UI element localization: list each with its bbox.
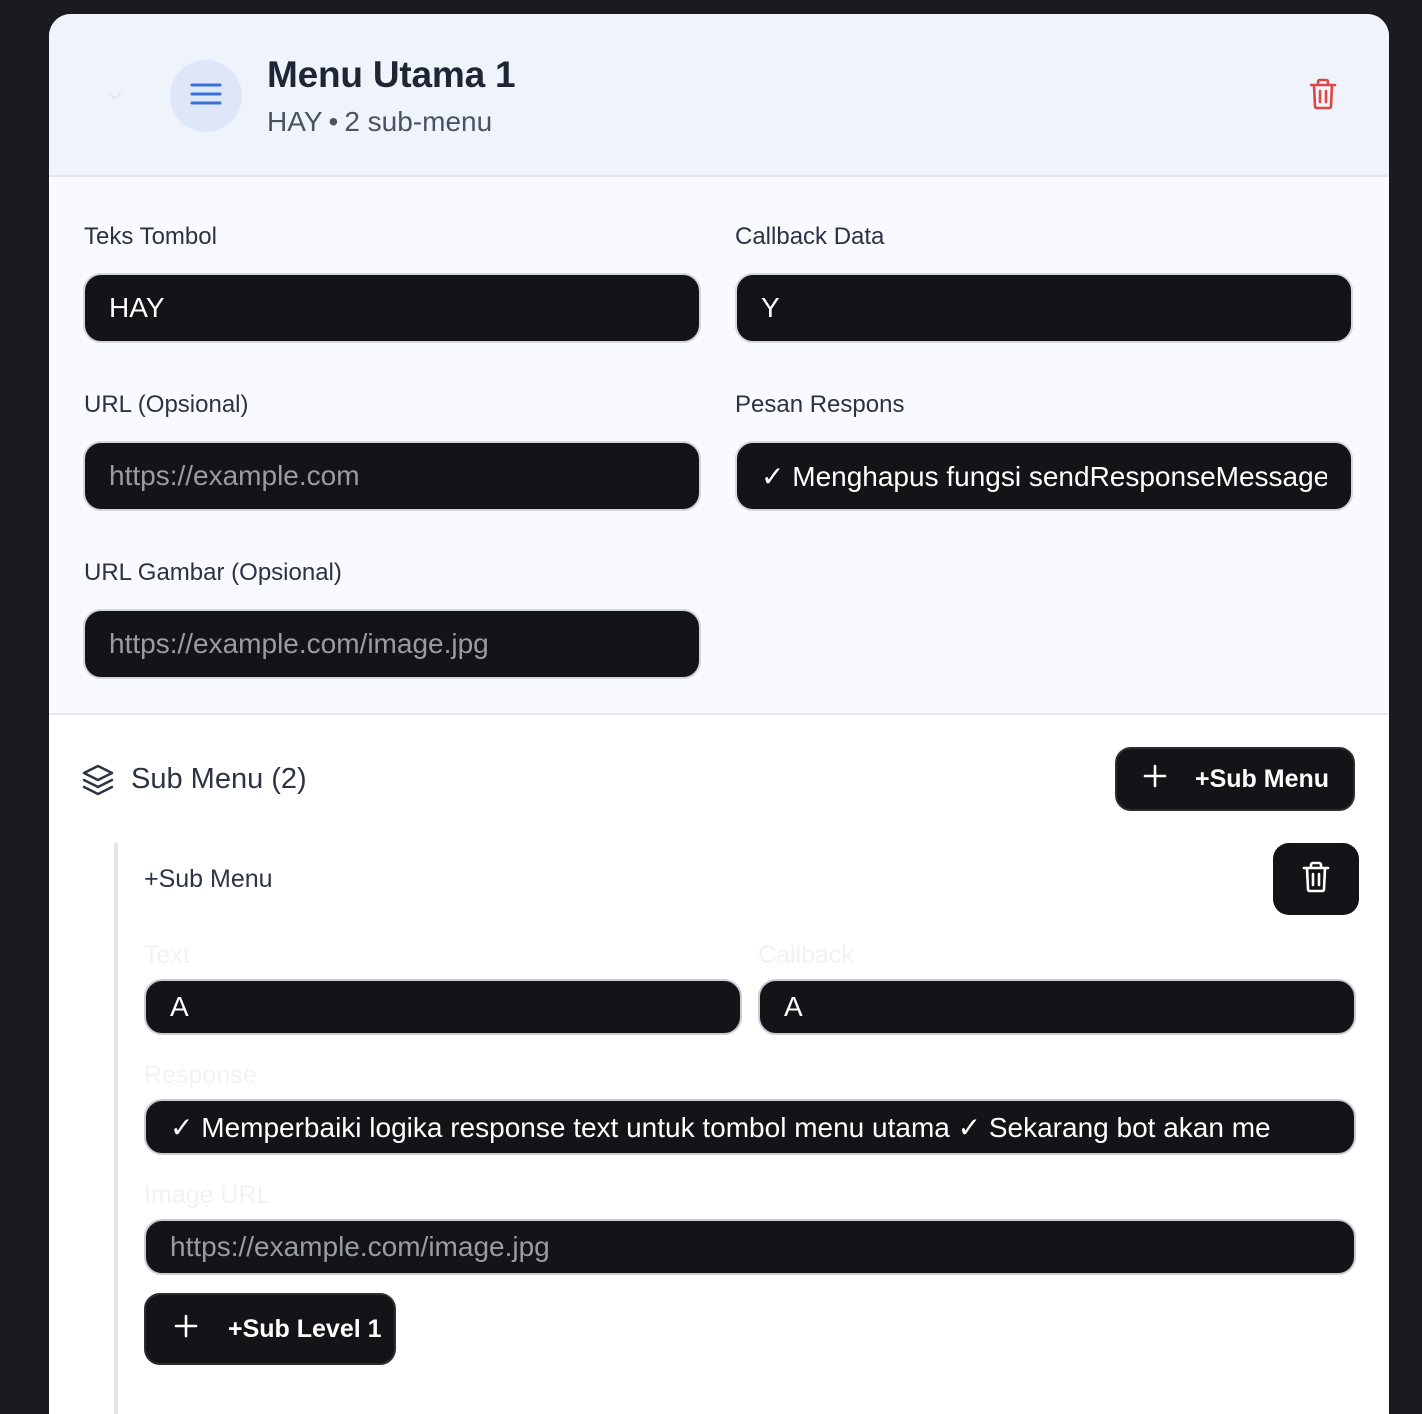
menu-header[interactable]: Menu Utama 1 HAY • 2 sub-menu — [49, 14, 1389, 177]
menu-lines-icon — [189, 77, 223, 116]
layers-icon — [81, 763, 115, 797]
response-message-label: Pesan Respons — [735, 391, 905, 418]
delete-submenu-button[interactable] — [1273, 843, 1359, 915]
menu-title: Menu Utama 1 — [267, 54, 516, 95]
plus-icon — [1143, 764, 1167, 795]
url-label: URL (Opsional) — [84, 391, 249, 418]
submenu-response-input[interactable] — [144, 1099, 1356, 1155]
callback-data-label: Callback Data — [735, 223, 885, 250]
menu-subtitle-name: HAY — [267, 106, 323, 137]
delete-menu-button[interactable] — [1305, 78, 1341, 114]
submenu-response-label: Response — [144, 1061, 257, 1089]
submenu-callback-label: Callback — [758, 941, 854, 969]
menu-subtitle: HAY • 2 sub-menu — [267, 106, 492, 138]
subtitle-separator: • — [328, 106, 339, 137]
add-submenu-button[interactable]: +Sub Menu — [1115, 747, 1355, 811]
response-message-input[interactable] — [735, 441, 1353, 511]
submenu-image-url-input[interactable] — [144, 1219, 1356, 1275]
callback-data-input[interactable] — [735, 273, 1353, 343]
submenu-section: Sub Menu (2) +Sub Menu +Sub Menu Text A … — [49, 715, 1389, 1414]
button-text-label: Teks Tombol — [84, 223, 217, 250]
chevron-down-icon[interactable] — [105, 86, 125, 106]
image-url-label: URL Gambar (Opsional) — [84, 559, 342, 586]
trash-icon — [1309, 78, 1337, 115]
submenu-item-title: +Sub Menu — [144, 865, 273, 893]
trash-icon — [1302, 861, 1330, 898]
add-sub-level-button[interactable]: +Sub Level 1 — [144, 1293, 396, 1365]
submenu-callback-input[interactable] — [758, 979, 1356, 1035]
button-text-input[interactable] — [83, 273, 701, 343]
submenu-image-url-label: Image URL — [144, 1181, 271, 1209]
menu-subtitle-count: 2 sub-menu — [344, 106, 493, 137]
submenu-item: +Sub Menu Text Callback Response Image U… — [114, 843, 1359, 1414]
plus-icon — [174, 1314, 198, 1345]
add-sub-level-label: +Sub Level 1 — [228, 1314, 382, 1343]
url-input[interactable] — [83, 441, 701, 511]
submenu-text-label: Text — [144, 941, 190, 969]
submenu-text-input[interactable] — [144, 979, 742, 1035]
add-submenu-label: +Sub Menu — [1195, 764, 1330, 793]
menu-card: Menu Utama 1 HAY • 2 sub-menu Teks Tombol … — [49, 14, 1389, 1414]
menu-avatar — [170, 60, 242, 132]
image-url-input[interactable] — [83, 609, 701, 679]
menu-form: Teks Tombol Callback Data URL (Opsional)… — [49, 177, 1389, 715]
submenu-header-title: Sub Menu (2) — [131, 763, 307, 795]
